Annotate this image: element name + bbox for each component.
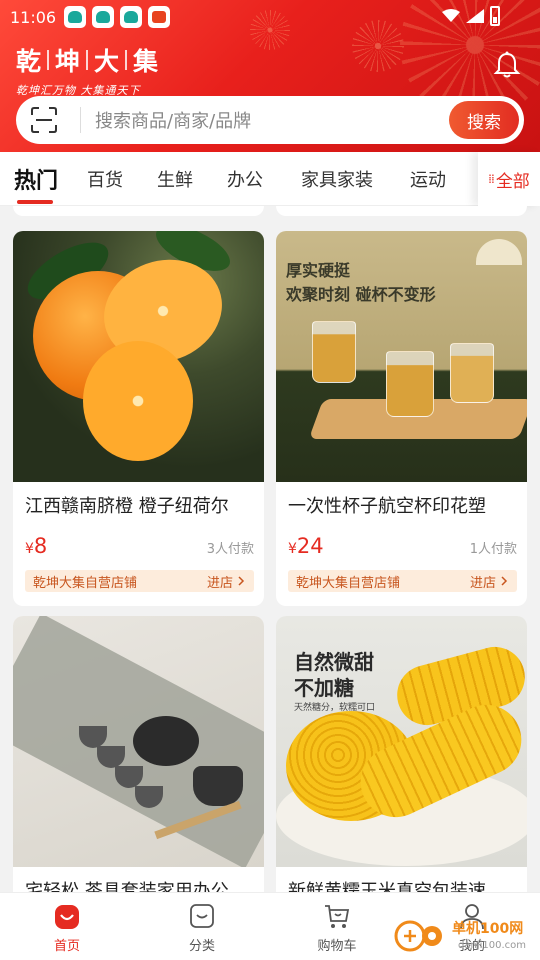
product-image[interactable] xyxy=(13,231,264,482)
product-card[interactable]: 自然微甜 不加糖 天然糖分，软糯可口 新鲜黄糯玉米真空包装速 xyxy=(276,616,527,892)
image-caption: 厚实硬挺 xyxy=(286,261,351,280)
store-link[interactable]: 乾坤大集自营店铺 进店 xyxy=(288,570,517,592)
product-feed[interactable]: 江西赣南脐橙 橙子纽荷尔 ¥ 8 3人付款 乾坤大集自营店铺 进店 厚实硬挺 欢… xyxy=(0,206,540,892)
tab-sports[interactable]: 运动 xyxy=(410,166,446,192)
status-time: 11:06 xyxy=(10,7,57,27)
product-image[interactable]: 自然微甜 不加糖 天然糖分，软糯可口 xyxy=(276,616,527,867)
tab-general-goods[interactable]: 百货 xyxy=(87,166,123,192)
grid-icon: ⁞⁞ xyxy=(488,172,495,186)
product-title[interactable]: 宅轻松 茶具套装家用办公 xyxy=(13,867,264,892)
brand-char: 大 xyxy=(94,47,126,76)
product-title[interactable]: 江西赣南脐橙 橙子纽荷尔 xyxy=(13,482,264,518)
tab-fresh[interactable]: 生鲜 xyxy=(157,166,193,192)
product-title[interactable]: 新鲜黄糯玉米真空包装速 xyxy=(276,867,527,892)
tab-hot[interactable]: 热门 xyxy=(14,163,58,195)
product-card[interactable]: 江西赣南脐橙 橙子纽荷尔 ¥ 8 3人付款 乾坤大集自营店铺 进店 xyxy=(13,231,264,606)
brand-separator xyxy=(47,50,50,70)
product-price: 24 xyxy=(296,534,324,558)
search-divider xyxy=(80,107,81,133)
app-notification-icon xyxy=(120,6,143,28)
category-icon xyxy=(190,904,214,928)
product-card[interactable]: 宅轻松 茶具套装家用办公 xyxy=(13,616,264,892)
brand-separator xyxy=(125,50,128,70)
lamp-decoration xyxy=(476,239,522,265)
product-price: 8 xyxy=(33,534,48,558)
sold-count: 3人付款 xyxy=(206,542,254,557)
currency-symbol: ¥ xyxy=(288,541,297,557)
nav-category[interactable]: 分类 xyxy=(167,901,237,954)
nav-home[interactable]: 首页 xyxy=(32,901,102,954)
watermark-url: danji100.com xyxy=(458,940,526,951)
enter-store-label: 进店 xyxy=(469,575,496,591)
price-row: ¥ 24 1人付款 xyxy=(276,518,527,558)
store-name: 乾坤大集自营店铺 xyxy=(296,575,401,591)
price-row: ¥ 8 3人付款 xyxy=(13,518,264,558)
card-remnant xyxy=(13,206,264,216)
card-remnant xyxy=(276,206,527,216)
scan-icon[interactable] xyxy=(30,106,58,134)
orange-half xyxy=(83,341,193,461)
chevron-right-icon xyxy=(238,576,245,586)
watermark-text: 单机100网 xyxy=(452,921,524,937)
app-notification-icon xyxy=(92,6,115,28)
bell-icon[interactable] xyxy=(492,50,522,80)
enter-store-button[interactable]: 进店 xyxy=(470,572,509,591)
teapot xyxy=(193,766,243,806)
store-name: 乾坤大集自营店铺 xyxy=(33,575,138,591)
product-image[interactable]: 厚实硬挺 欢聚时刻 碰杯不变形 xyxy=(276,231,527,482)
header: 11:06 乾 坤 大 集 乾坤汇万物 大集通天下 搜索商品/商家/品牌 搜索 xyxy=(0,0,540,152)
search-button[interactable]: 搜索 xyxy=(449,101,519,139)
search-input[interactable]: 搜索商品/商家/品牌 xyxy=(95,107,449,133)
product-title[interactable]: 一次性杯子航空杯印花塑 xyxy=(276,482,527,518)
brand-char: 坤 xyxy=(55,47,87,76)
cup-decoration xyxy=(450,343,494,403)
battery-icon xyxy=(490,6,500,26)
watermark: 单机100网 danji100.com xyxy=(392,912,540,960)
app-notification-icon xyxy=(64,6,87,28)
home-icon xyxy=(55,905,79,929)
nav-cart[interactable]: 购物车 xyxy=(302,901,372,954)
wifi-icon xyxy=(442,9,460,22)
brand-logo: 乾 坤 大 集 乾坤汇万物 大集通天下 xyxy=(16,42,164,98)
sold-count: 1人付款 xyxy=(469,542,517,557)
cup-decoration xyxy=(312,321,356,383)
search-bar[interactable]: 搜索商品/商家/品牌 搜索 xyxy=(16,96,524,144)
enter-store-button[interactable]: 进店 xyxy=(207,572,246,591)
tab-furniture[interactable]: 家具家装 xyxy=(301,166,373,192)
tab-office[interactable]: 办公 xyxy=(227,166,263,192)
app-notification-icon xyxy=(148,6,171,28)
teapot xyxy=(133,716,199,766)
image-caption: 不加糖 xyxy=(294,676,354,700)
brand-separator xyxy=(86,50,89,70)
enter-store-label: 进店 xyxy=(206,575,233,591)
status-bar: 11:06 xyxy=(0,0,540,34)
brand-char: 集 xyxy=(133,47,165,76)
tab-all-button[interactable]: ⁞⁞ 全部 xyxy=(478,152,540,206)
cup-decoration xyxy=(386,351,434,417)
signal-icon xyxy=(466,9,484,23)
nav-label: 分类 xyxy=(188,939,215,954)
image-caption: 自然微甜 xyxy=(294,650,374,674)
product-card[interactable]: 厚实硬挺 欢聚时刻 碰杯不变形 一次性杯子航空杯印花塑 ¥ 24 1人付款 乾坤… xyxy=(276,231,527,606)
product-image[interactable] xyxy=(13,616,264,867)
nav-label: 购物车 xyxy=(317,939,357,954)
brand-title: 乾 坤 大 集 xyxy=(16,42,164,78)
tab-all-label: 全部 xyxy=(495,171,530,192)
brand-char: 乾 xyxy=(16,47,48,76)
store-link[interactable]: 乾坤大集自营店铺 进店 xyxy=(25,570,254,592)
cart-icon xyxy=(325,905,350,928)
chevron-right-icon xyxy=(501,576,508,586)
currency-symbol: ¥ xyxy=(25,541,34,557)
nav-label: 首页 xyxy=(53,939,80,954)
image-caption: 欢聚时刻 碰杯不变形 xyxy=(286,285,436,304)
category-tabs: 热门 百货 生鲜 办公 家具家装 运动 ⁞⁞ 全部 xyxy=(0,152,540,206)
tab-active-indicator xyxy=(17,200,53,204)
